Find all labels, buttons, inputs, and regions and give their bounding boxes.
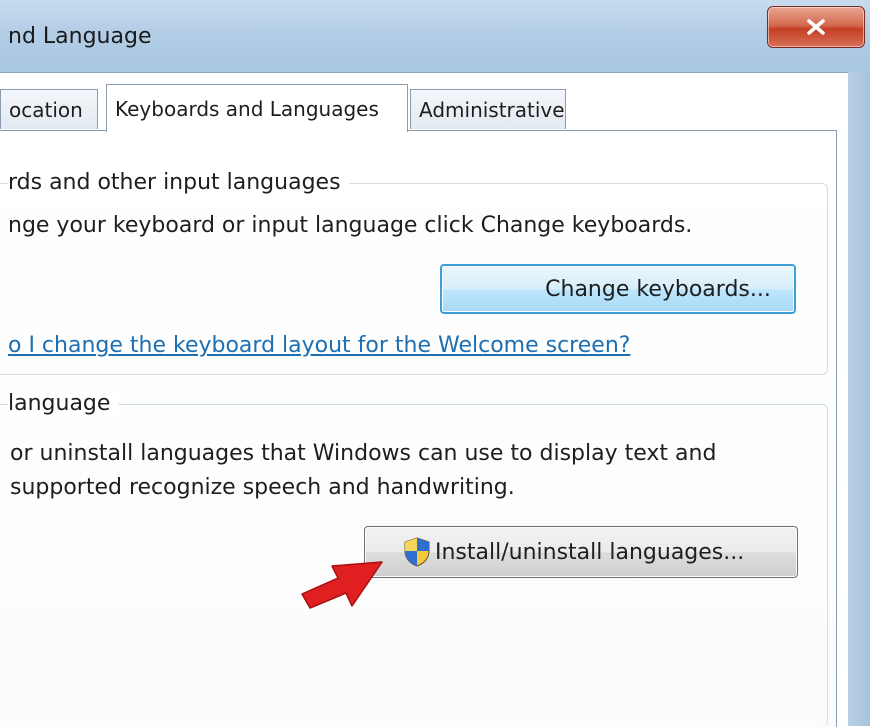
close-button[interactable] xyxy=(767,6,865,48)
red-arrow-icon xyxy=(301,561,383,609)
uac-shield-icon xyxy=(404,537,430,567)
change-keyboards-button[interactable]: Change keyboards... xyxy=(440,264,796,314)
install-uninstall-languages-button[interactable]: Install/uninstall languages... xyxy=(364,526,798,578)
display-language-group-title: language xyxy=(8,391,119,416)
close-icon xyxy=(807,19,825,35)
window-frame-right xyxy=(848,72,870,726)
title-bar[interactable]: nd Language xyxy=(0,0,870,72)
tab-location-label: ocation xyxy=(9,97,83,122)
keyboards-description: nge your keyboard or input language clic… xyxy=(8,213,693,238)
display-language-description-line2: supported recognize speech and handwriti… xyxy=(10,475,515,500)
welcome-screen-layout-link[interactable]: o I change the keyboard layout for the W… xyxy=(8,333,630,358)
install-uninstall-languages-label: Install/uninstall languages... xyxy=(435,539,745,565)
tab-administrative[interactable]: Administrative xyxy=(410,89,566,129)
tab-keyboards-label: Keyboards and Languages xyxy=(115,96,379,121)
keyboards-group-title: rds and other input languages xyxy=(8,170,349,195)
window-title: nd Language xyxy=(8,24,152,49)
display-language-description-line1: or uninstall languages that Windows can … xyxy=(10,441,717,466)
tab-location[interactable]: ocation xyxy=(0,89,98,129)
tab-administrative-label: Administrative xyxy=(419,97,565,122)
change-keyboards-label: Change keyboards... xyxy=(545,276,771,302)
tab-keyboards-and-languages[interactable]: Keyboards and Languages xyxy=(106,84,408,132)
